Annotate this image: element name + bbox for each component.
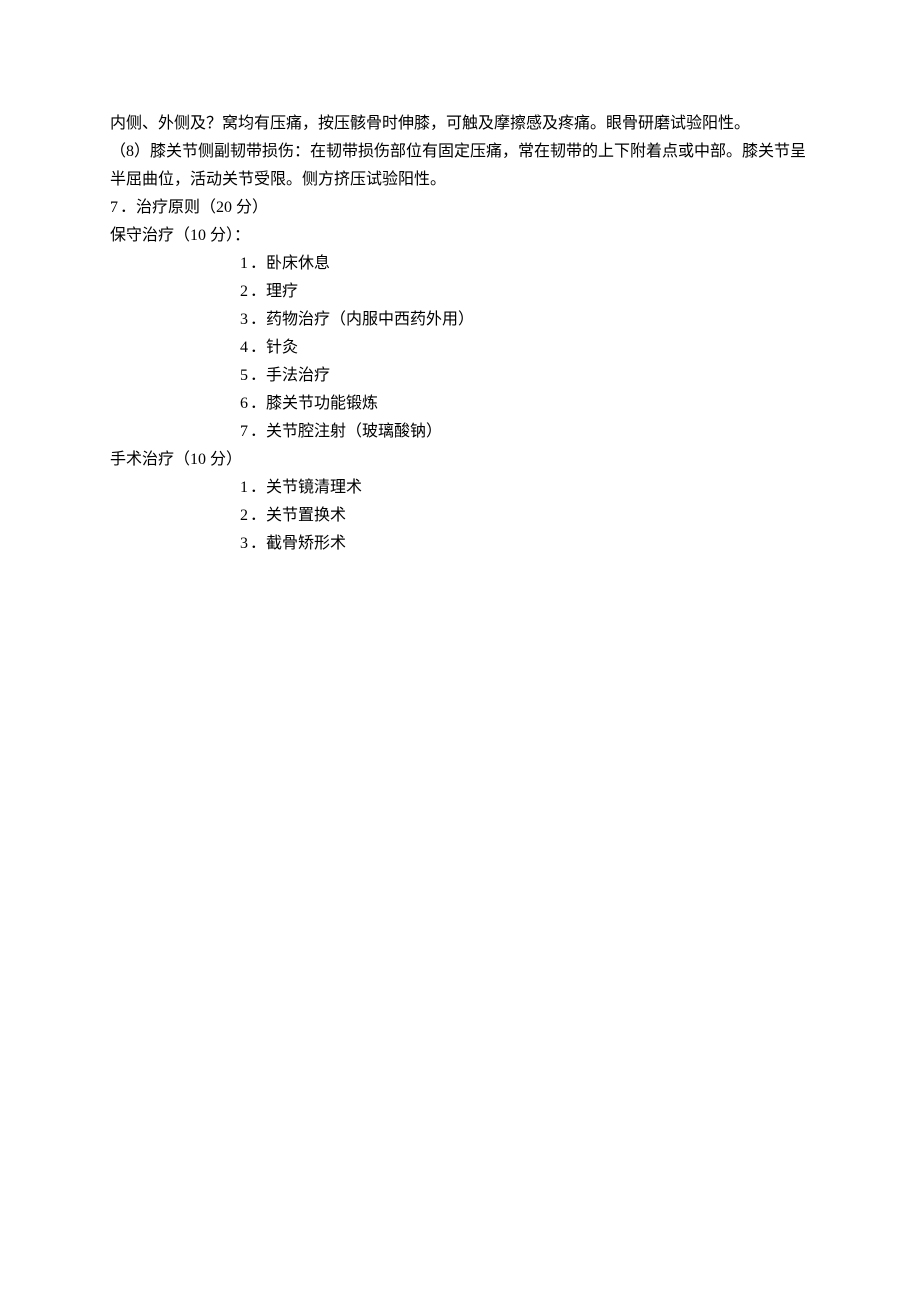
item-number: 6 <box>240 390 248 418</box>
list-item: 4．针灸 <box>110 334 810 362</box>
section-number: 7 <box>110 194 118 222</box>
item-text: ．关节置换术 <box>250 507 346 524</box>
item-text: ．关节镜清理术 <box>250 479 362 496</box>
item-text: ．卧床休息 <box>250 255 330 272</box>
item-number: 3 <box>240 530 248 558</box>
list-item: 3．药物治疗（内服中西药外用） <box>110 306 810 334</box>
list-item: 6．膝关节功能锻炼 <box>110 390 810 418</box>
item-text: ．药物治疗（内服中西药外用） <box>250 311 474 328</box>
paragraph-item-8: （8）膝关节侧副韧带损伤：在韧带损伤部位有固定压痛，常在韧带的上下附着点或中部。… <box>110 138 810 194</box>
item-text: ．理疗 <box>250 283 298 300</box>
item-number: 7 <box>240 418 248 446</box>
item-text: ．截骨矫形术 <box>250 535 346 552</box>
item-text: ．关节腔注射（玻璃酸钠） <box>250 423 442 440</box>
list-item: 3．截骨矫形术 <box>110 530 810 558</box>
list-item: 2．关节置换术 <box>110 502 810 530</box>
item-text: ．膝关节功能锻炼 <box>250 395 378 412</box>
section-7-heading: 7．治疗原则（20 分） <box>110 194 810 222</box>
list-item: 2．理疗 <box>110 278 810 306</box>
item-number: 2 <box>240 502 248 530</box>
list-item: 1．卧床休息 <box>110 250 810 278</box>
section-label: ．治疗原则（20 分） <box>120 199 268 216</box>
conservative-treatment-heading: 保守治疗（10 分）： <box>110 222 810 250</box>
list-item: 7．关节腔注射（玻璃酸钠） <box>110 418 810 446</box>
surgical-treatment-heading: 手术治疗（10 分） <box>110 446 810 474</box>
item-number: 5 <box>240 362 248 390</box>
item-number: 3 <box>240 306 248 334</box>
list-item: 5．手法治疗 <box>110 362 810 390</box>
item-number: 1 <box>240 474 248 502</box>
item-number: 4 <box>240 334 248 362</box>
paragraph-continued-1: 内侧、外侧及？窝均有压痛，按压骸骨时伸膝，可触及摩擦感及疼痛。眼骨研磨试验阳性。 <box>110 110 810 138</box>
item-text: ．针灸 <box>250 339 298 356</box>
list-item: 1．关节镜清理术 <box>110 474 810 502</box>
item-number: 2 <box>240 278 248 306</box>
item-number: 1 <box>240 250 248 278</box>
item-text: ．手法治疗 <box>250 367 330 384</box>
